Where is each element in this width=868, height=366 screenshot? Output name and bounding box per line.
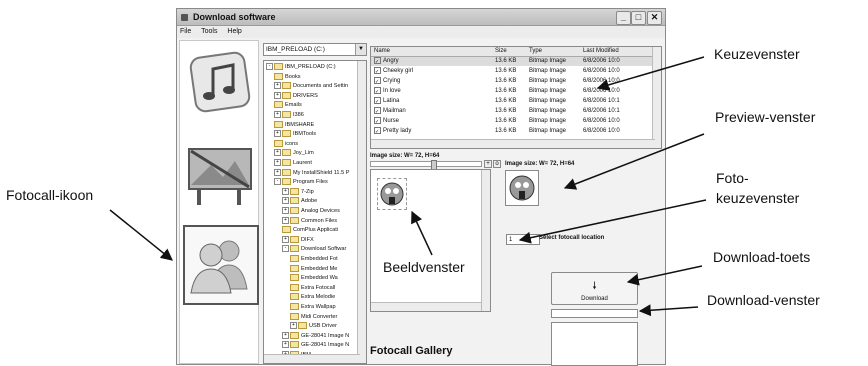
callout-keuzevenster: Keuzevenster (714, 46, 800, 62)
callout-foto-2: keuzevenster (716, 190, 800, 206)
arrow-download-toets (626, 265, 703, 286)
callout-download-venster: Download-venster (707, 292, 820, 308)
arrow-preview (563, 133, 705, 190)
callout-fotocall: Fotocall-ikoon (6, 187, 94, 203)
arrow-beeld (411, 210, 433, 256)
callout-beeld: Beeldvenster (383, 259, 465, 275)
arrow-fotocall (109, 209, 173, 261)
arrow-keuzevenster (596, 56, 705, 91)
callout-foto-1: Foto- (716, 170, 749, 186)
arrow-download-venster (638, 304, 699, 317)
callout-download-toets: Download-toets (713, 249, 811, 265)
callout-preview: Preview-venster (715, 109, 816, 125)
arrow-foto-keuze (518, 199, 707, 244)
